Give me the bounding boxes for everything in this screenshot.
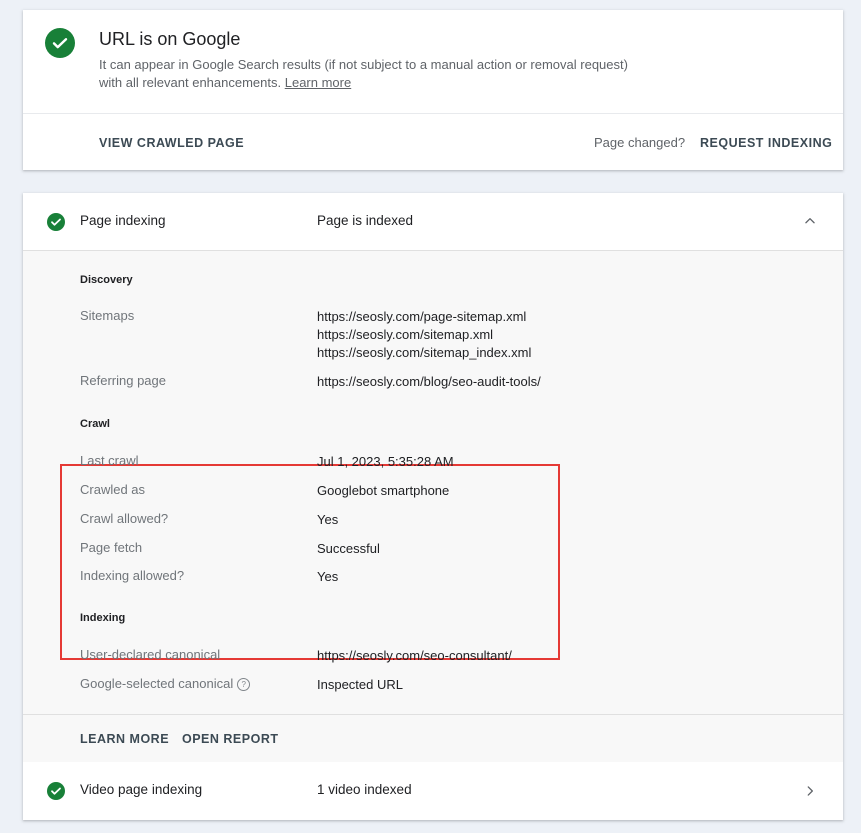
referring-page-value: https://seosly.com/blog/seo-audit-tools/ (317, 374, 541, 389)
page-indexing-details: Discovery Sitemaps https://seosly.com/pa… (23, 250, 843, 762)
learn-more-link[interactable]: Learn more (285, 75, 351, 90)
indexing-heading: Indexing (80, 612, 126, 624)
learn-more-button[interactable]: LEARN MORE (80, 732, 169, 746)
request-indexing-button[interactable]: REQUEST INDEXING (700, 136, 832, 150)
user-canonical-value: https://seosly.com/seo-consultant/ (317, 648, 512, 663)
crawl-allowed-value: Yes (317, 512, 339, 527)
referring-page-label: Referring page (80, 373, 166, 388)
indexing-allowed-label: Indexing allowed? (80, 568, 185, 583)
video-indexing-label: Video page indexing (80, 782, 203, 797)
page-fetch-value: Successful (317, 541, 380, 556)
user-canonical-label: User-declared canonical (80, 647, 221, 662)
page-indexing-status: Page is indexed (317, 213, 414, 228)
divider (23, 714, 843, 715)
open-report-button[interactable]: OPEN REPORT (182, 732, 279, 746)
google-canonical-label: Google-selected canonical (80, 676, 234, 691)
status-description-text: It can appear in Google Search results (… (99, 57, 628, 90)
divider (23, 113, 843, 114)
sitemap-url: https://seosly.com/sitemap_index.xml (317, 345, 532, 360)
chevron-up-icon[interactable] (803, 214, 817, 228)
crawled-as-label: Crawled as (80, 482, 146, 497)
last-crawl-label: Last crawl (80, 453, 139, 468)
google-canonical-value: Inspected URL (317, 677, 403, 692)
video-indexing-row[interactable]: Video page indexing 1 video indexed (23, 762, 843, 820)
crawl-heading: Crawl (80, 418, 110, 430)
status-title: URL is on Google (99, 29, 241, 49)
view-crawled-page-button[interactable]: VIEW CRAWLED PAGE (99, 136, 244, 150)
crawled-as-value: Googlebot smartphone (317, 483, 450, 498)
check-circle-icon (47, 213, 65, 231)
page-fetch-label: Page fetch (80, 540, 143, 555)
video-indexing-status: 1 video indexed (317, 782, 412, 797)
chevron-right-icon[interactable] (803, 784, 817, 798)
sitemaps-label: Sitemaps (80, 308, 135, 323)
google-canonical-row-label: Google-selected canonical? (80, 676, 251, 691)
help-icon[interactable]: ? (237, 678, 251, 691)
page-indexing-header[interactable]: Page indexing Page is indexed (23, 193, 843, 250)
check-circle-icon (45, 28, 75, 58)
last-crawl-value: Jul 1, 2023, 5:35:28 AM (317, 454, 454, 469)
status-description: It can appear in Google Search results (… (99, 56, 639, 92)
check-circle-icon (47, 782, 65, 800)
page-changed-label: Page changed? (594, 135, 686, 150)
crawl-allowed-label: Crawl allowed? (80, 511, 169, 526)
sitemap-url: https://seosly.com/sitemap.xml (317, 327, 494, 342)
url-status-card: URL is on Google It can appear in Google… (23, 10, 843, 170)
page-indexing-card: Page indexing Page is indexed Discovery … (23, 193, 843, 820)
discovery-heading: Discovery (80, 274, 133, 286)
indexing-allowed-value: Yes (317, 569, 339, 584)
sitemap-list: https://seosly.com/page-sitemap.xml http… (317, 308, 531, 362)
page-indexing-label: Page indexing (80, 213, 166, 228)
sitemap-url: https://seosly.com/page-sitemap.xml (317, 309, 527, 324)
